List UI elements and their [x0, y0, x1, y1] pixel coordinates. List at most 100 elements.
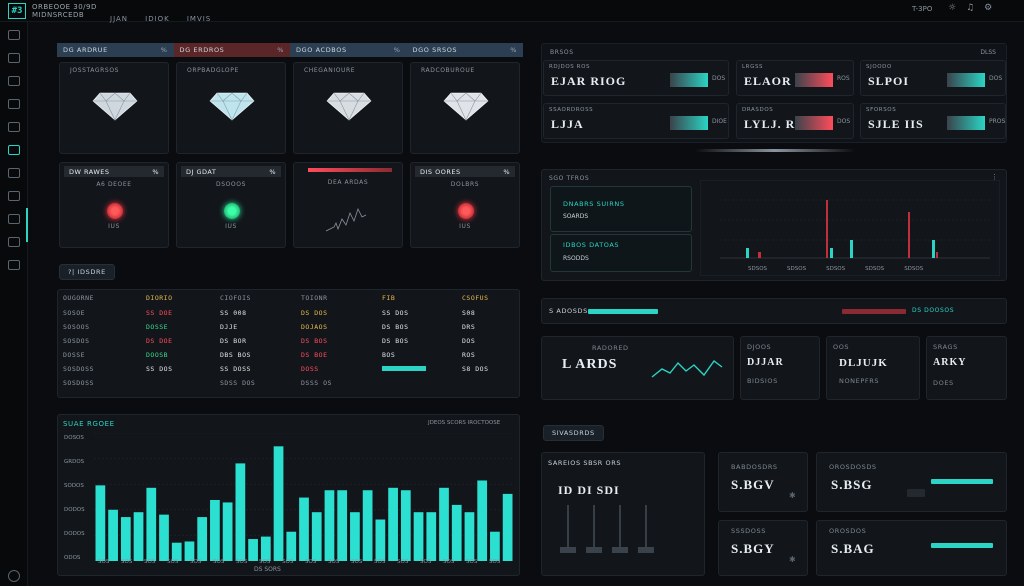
bar-chart-bar[interactable] — [337, 490, 348, 561]
bar-chart-bar[interactable] — [388, 487, 398, 561]
avatar[interactable] — [8, 570, 20, 582]
bar-chart-bar[interactable] — [133, 512, 144, 561]
bar-chart-bar[interactable] — [235, 463, 246, 561]
sidebar-chart-icon[interactable] — [8, 76, 20, 86]
table-header-cell[interactable]: DIORIO — [146, 294, 172, 302]
gear-icon[interactable]: ⚙ — [984, 3, 992, 13]
signal-sub-card-bottom[interactable]: IDBOS DATOAS RSODDS — [550, 234, 692, 272]
kpi-card[interactable]: DRASDOS LYLJ. RS DOS — [736, 103, 854, 139]
bottom-card-3[interactable]: SSSDOSS S.BGY ✱ — [718, 520, 808, 576]
tab-3-close-icon[interactable]: % — [394, 46, 401, 54]
bar-chart-bar[interactable] — [477, 480, 488, 561]
bell-icon[interactable]: ♫ — [966, 3, 974, 13]
bar-chart-bar[interactable] — [451, 504, 462, 561]
bottom-card-4[interactable]: OROSDOS S.BAG — [816, 520, 1007, 576]
tab-4-close-icon[interactable]: % — [510, 46, 517, 54]
sidebar-tools-icon[interactable] — [8, 260, 20, 270]
tab-2[interactable]: DG ERDROS% — [173, 43, 290, 57]
bar-chart-bar[interactable] — [426, 512, 437, 561]
bar-chart-bar[interactable] — [490, 531, 500, 561]
section-chip-two[interactable]: SIVASDRDS — [543, 425, 604, 441]
info-icon[interactable]: ✱ — [789, 555, 796, 564]
bar-chart-bar[interactable] — [311, 512, 322, 561]
bar-chart-bar[interactable] — [324, 490, 335, 561]
bar-chart-bar[interactable] — [502, 493, 513, 561]
kpi-card[interactable]: LRGSS ELAOR ROS — [736, 60, 854, 96]
bottom-card-1[interactable]: BABDOSDRS S.BGV ✱ — [718, 452, 808, 512]
nav-item-1[interactable]: JJAN — [110, 15, 128, 23]
status-card-4[interactable]: DIS OORES% DOLBRS IUS — [410, 162, 520, 248]
info-icon[interactable]: ✱ — [789, 491, 796, 500]
tab-1[interactable]: DG ARDRUE% — [57, 43, 174, 57]
section-chip-one[interactable]: ?| IDSDRE — [59, 264, 115, 280]
bar-chart-bar[interactable] — [210, 500, 220, 561]
table-row[interactable]: SOSOE SS DOE SS 008 DS DOS SS DOS S08 — [58, 306, 521, 320]
gem-card-1[interactable]: JOSSTAGRSOS — [59, 62, 169, 154]
bar-chart-bar[interactable] — [146, 487, 157, 561]
nav-item-3[interactable]: IMVIS — [187, 15, 211, 23]
table-header-cell[interactable]: TOIONR — [301, 294, 327, 302]
bar-chart-bar[interactable] — [248, 539, 258, 561]
bar-chart-bar[interactable] — [413, 512, 424, 561]
table-header-cell[interactable]: CSOFUS — [462, 294, 488, 302]
tab-2-close-icon[interactable]: % — [277, 46, 284, 54]
bar-chart-bar[interactable] — [260, 536, 271, 561]
kpi-panel-tools[interactable]: DLSS — [980, 49, 996, 56]
bar-chart-bar[interactable] — [286, 531, 297, 561]
kpi-card[interactable]: SSAORDROSS LJJA DIOE — [543, 103, 729, 139]
sidebar-dashboard-icon[interactable] — [8, 53, 20, 63]
bar-chart-bar[interactable] — [362, 490, 373, 561]
table-row[interactable]: SOSDOSS SS DOS SS DOSS DOSS S8 DOS — [58, 362, 521, 376]
gem-card-2[interactable]: ORPBADGLOPE — [176, 62, 286, 154]
gem-card-3[interactable]: CHEGANIOURE — [293, 62, 403, 154]
sidebar-folder-icon[interactable] — [8, 191, 20, 201]
bar-chart-bar[interactable] — [273, 446, 284, 561]
sidebar-grid-icon[interactable] — [8, 145, 20, 155]
table-header-cell[interactable]: FIB — [382, 294, 395, 302]
kpi-card[interactable]: SFORSOS SJLE IIS PROS — [860, 103, 1006, 139]
bar-chart-bar[interactable] — [375, 519, 386, 561]
sun-icon[interactable]: ☼ — [948, 3, 956, 13]
gem-card-4[interactable]: RADCOBUROUE — [410, 62, 520, 154]
bar-chart-bar[interactable] — [108, 509, 118, 561]
bottom-left-card[interactable]: SAREIOS SBSR ORS ID DI SDI — [541, 452, 705, 576]
app-logo[interactable]: #3 — [8, 3, 26, 19]
bar-chart-bar[interactable] — [159, 514, 169, 561]
table-header-cell[interactable]: OUGORNE — [63, 294, 94, 302]
sidebar-layers-icon[interactable] — [8, 168, 20, 178]
table-row[interactable]: DOSSE DOOSB DBS BOS DS BOE BOS ROS — [58, 348, 521, 362]
bar-chart-bar[interactable] — [95, 485, 106, 561]
bar-chart-bar[interactable] — [400, 490, 411, 561]
metric-card-1[interactable]: RADORED L ARDS — [541, 336, 734, 400]
bottom-card-2[interactable]: OROSDOSDS S.BSG — [816, 452, 1007, 512]
metric-card-2[interactable]: DJOOS DJJAR BIDSIOS — [740, 336, 820, 400]
sidebar-list-icon[interactable] — [8, 122, 20, 132]
bar-chart-bar[interactable] — [350, 512, 360, 561]
bar-chart-bar[interactable] — [464, 512, 475, 561]
metric-card-4[interactable]: SRAGS ARKY DOES — [926, 336, 1007, 400]
sidebar-home-icon[interactable] — [8, 30, 20, 40]
table-row[interactable]: SOSOOS DOSSE DJJE DOJAOS DS BOS DRS — [58, 320, 521, 334]
kpi-card[interactable]: SJOODO SLPOI DOS — [860, 60, 1006, 96]
tab-4[interactable]: DGO SRSOS% — [406, 43, 523, 57]
tab-1-close-icon[interactable]: % — [161, 46, 168, 54]
bar-chart-bar[interactable] — [299, 497, 309, 561]
status-card-2[interactable]: DJ GDAT% DSOOOS IUS — [176, 162, 286, 248]
status-card-1[interactable]: DW RAWES% A6 DEOEE IUS — [59, 162, 169, 248]
sidebar-settings-icon[interactable] — [8, 214, 20, 224]
signal-sub-card-top[interactable]: DNABRS SUIRNS SOARDS — [550, 186, 692, 232]
sidebar-table-icon[interactable] — [8, 99, 20, 109]
close-icon[interactable]: % — [269, 168, 276, 176]
bar-chart-bar[interactable] — [439, 487, 449, 561]
bar-chart-bar[interactable] — [197, 517, 208, 561]
kpi-card[interactable]: RDJDOS ROS EJAR RIOG DOS — [543, 60, 729, 96]
table-row[interactable]: SOSDOS DS DOE DS BOR DS BOS DS BOS DOS — [58, 334, 521, 348]
nav-item-2[interactable]: IDIOK — [145, 15, 170, 23]
tab-3[interactable]: DGO ACDBOS% — [290, 43, 407, 57]
close-icon[interactable]: % — [503, 168, 510, 176]
status-card-3[interactable]: DEA ARDAS — [293, 162, 403, 248]
sidebar-user-icon[interactable] — [8, 237, 20, 247]
table-header-cell[interactable]: CIOFOIS — [220, 294, 251, 302]
close-icon[interactable]: % — [152, 168, 159, 176]
bar-chart-bar[interactable] — [222, 502, 233, 561]
